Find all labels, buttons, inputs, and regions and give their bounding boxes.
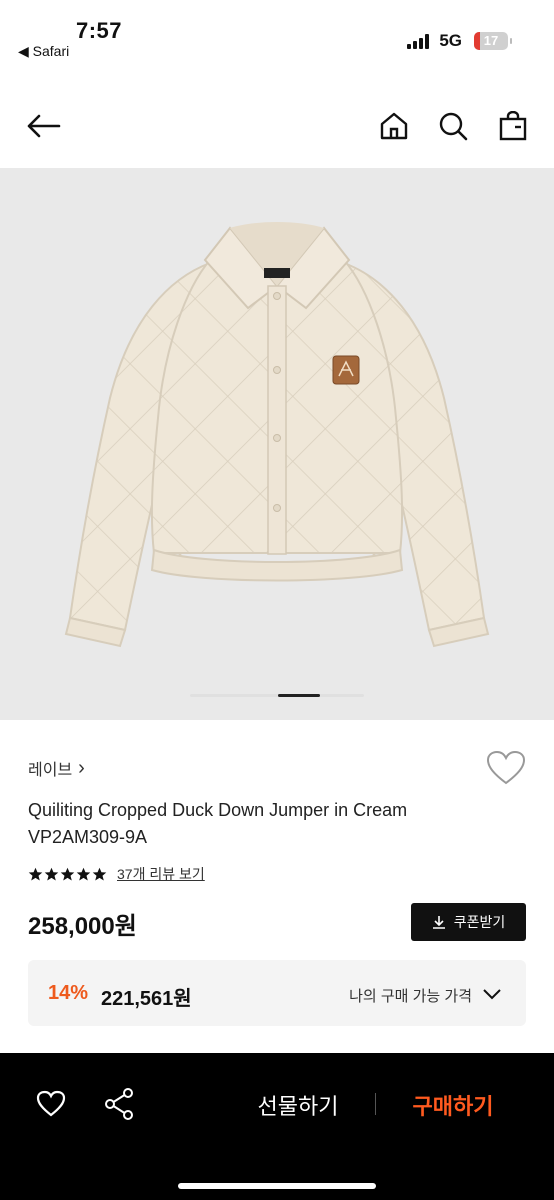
gift-button[interactable]: 선물하기 [230,1089,366,1121]
star-icon [76,867,91,880]
share-icon[interactable] [99,1084,139,1124]
download-icon [432,916,445,929]
chevron-right-icon: › [78,757,85,779]
chevron-down-icon [483,989,501,1000]
review-link[interactable]: 37개 리뷰 보기 [117,864,205,884]
battery-level: 17 [483,33,499,48]
gallery-indicator-track [190,694,364,697]
star-icon [92,867,107,880]
discount-rate: 14% [48,982,89,1004]
home-icon[interactable] [374,106,414,146]
product-image[interactable] [0,168,554,720]
product-title-line: Quiliting Cropped Duck Down Jumper in Cr… [28,800,408,820]
network-type: 5G [439,31,462,50]
buy-button[interactable]: 구매하기 [388,1089,518,1121]
star-icon [28,867,43,880]
status-bar: 7:57 ◀ Safari 5G 17 [0,0,554,70]
shopping-bag-icon[interactable] [493,106,533,146]
home-indicator [178,1183,376,1189]
divider [375,1093,376,1115]
bottom-action-bar: 선물하기 구매하기 [0,1053,554,1200]
product-price: 258,000원 [28,913,137,940]
brand-link[interactable]: 레이브 › [28,756,85,780]
wishlist-heart-icon[interactable] [486,750,526,786]
discount-label: 나의 구매 가능 가격 [349,988,472,1005]
back-to-safari[interactable]: ◀ Safari [18,43,69,60]
discount-price: 221,561원 [101,988,192,1010]
product-title: Quiliting Cropped Duck Down Jumper in Cr… [28,797,528,851]
status-indicators: 5G 17 [407,31,512,51]
app-header [0,96,554,156]
brand-name: 레이브 [28,762,73,779]
coupon-button[interactable]: 쿠폰받기 [411,903,526,941]
gallery-indicator-active [278,694,320,697]
coupon-label: 쿠폰받기 [453,914,506,930]
product-code: VP2AM309-9A [28,827,148,847]
back-arrow-icon[interactable] [24,106,64,146]
star-icon [44,867,59,880]
search-icon[interactable] [433,106,473,146]
jacket-illustration [64,222,490,648]
battery-icon: 17 [474,32,512,50]
rating-row: 37개 리뷰 보기 [28,864,205,884]
status-time: 7:57 [76,18,123,43]
star-icon [60,867,75,880]
cellular-signal-icon [407,33,430,49]
heart-icon[interactable] [31,1084,71,1124]
discount-price-panel[interactable]: 14% 221,561원 나의 구매 가능 가격 [28,960,526,1026]
rating-stars [28,867,107,882]
